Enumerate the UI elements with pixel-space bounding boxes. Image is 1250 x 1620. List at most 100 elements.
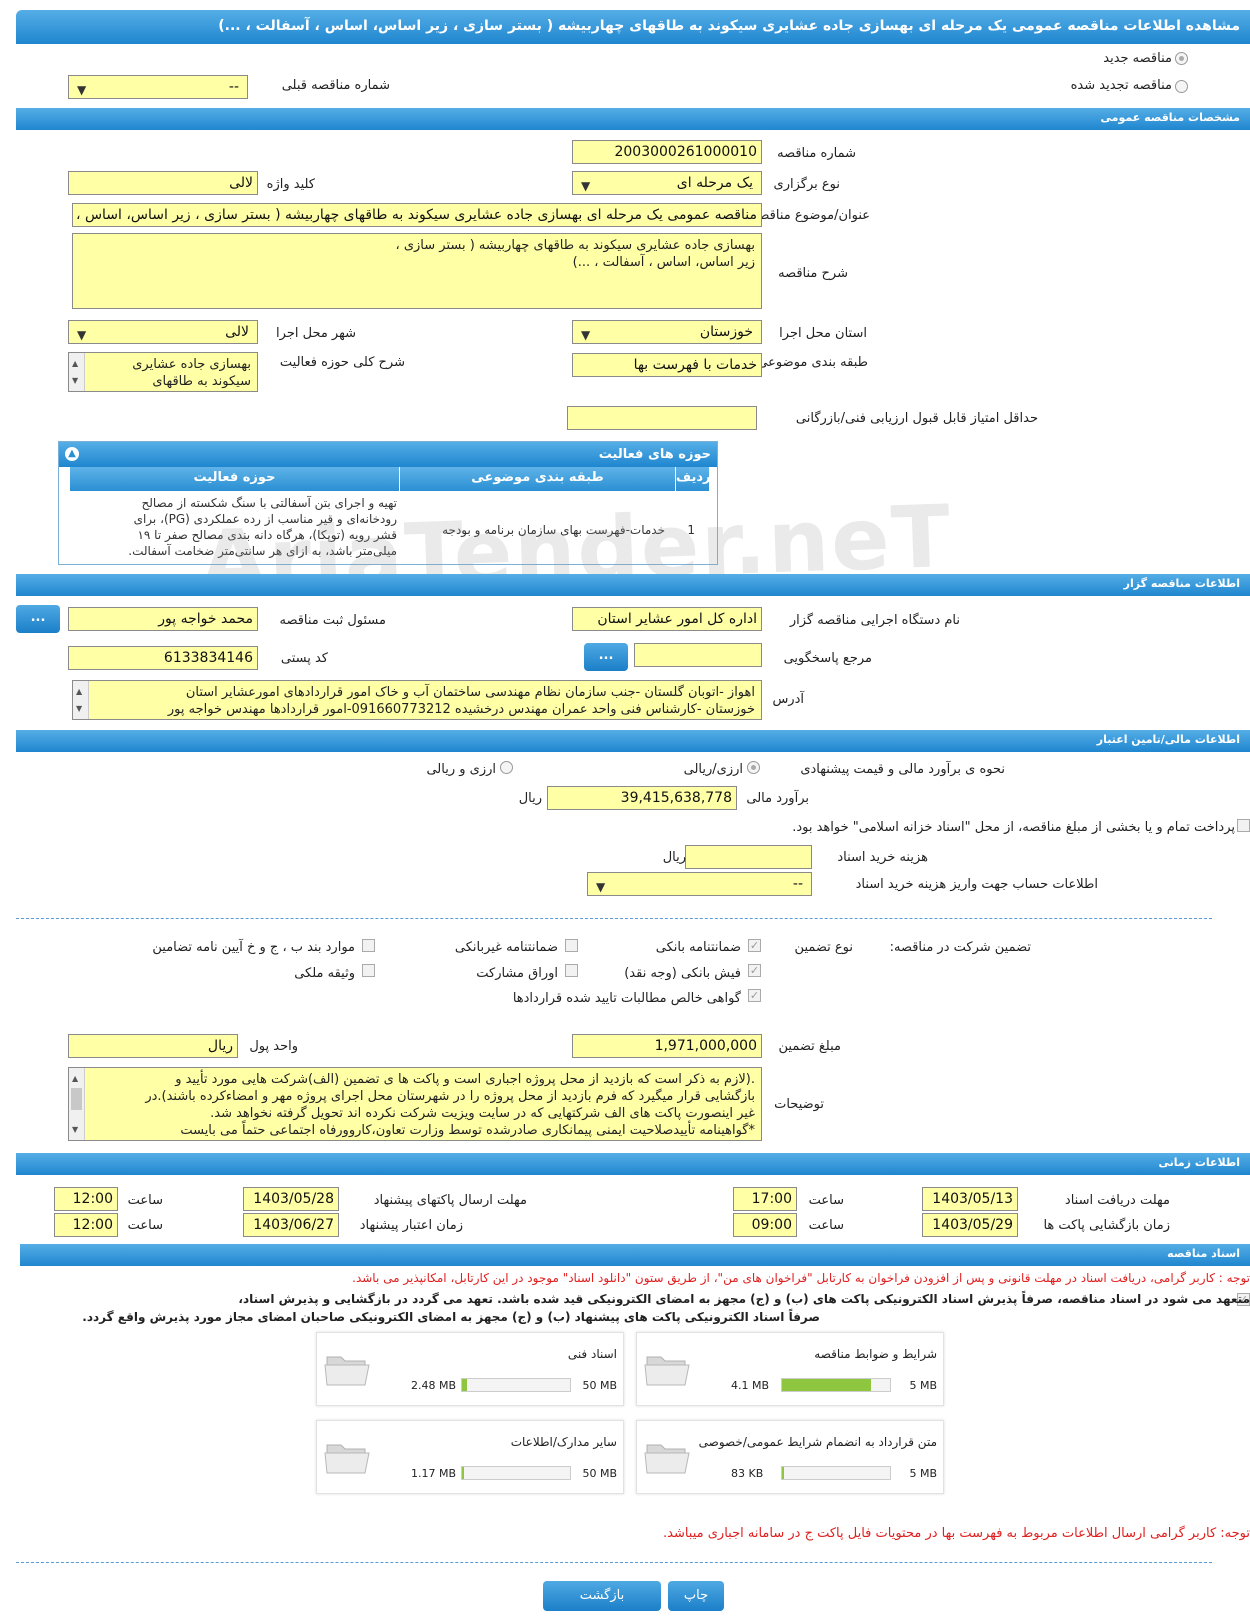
- commit-line-2: صرفاً اسناد الکترونیکی پاکت های پیشنهاد …: [82, 1310, 820, 1324]
- chevron-down-icon: ▼: [77, 328, 87, 342]
- estimate-label: برآورد مالی: [746, 791, 809, 806]
- documents-notice: توجه : کاربر گرامی، دریافت اسناد در مهلت…: [352, 1271, 1250, 1285]
- activity-desc-field: بهسازی جاده عشایری سیکوند به طاقهای ▲ ▼: [68, 352, 258, 392]
- back-button[interactable]: بازگشت: [543, 1581, 661, 1611]
- estimate-unit: ریال: [518, 791, 542, 806]
- currency-field: ریال: [68, 1034, 238, 1058]
- divider: [16, 918, 1212, 919]
- activity-desc-label: شرح کلی حوزه فعالیت: [279, 355, 405, 370]
- guarantee-title: تضمین شرکت در مناقصه:: [889, 940, 1031, 955]
- property-checkbox[interactable]: [362, 964, 375, 977]
- doc-receive-time: 17:00: [733, 1187, 797, 1211]
- treasury-checkbox[interactable]: [1237, 819, 1250, 832]
- doc-cost-field: [685, 845, 812, 869]
- city-label: شهر محل اجرا: [276, 326, 356, 341]
- send-label: مهلت ارسال پاکتهای پیشنهاد: [373, 1193, 527, 1208]
- notes-label: توضیحات: [774, 1097, 824, 1112]
- bank-receipt-checkbox[interactable]: ✓: [748, 964, 761, 977]
- send-time-label: ساعت: [127, 1193, 163, 1208]
- postal-label: کد پستی: [280, 651, 328, 666]
- non-bank-guarantee-checkbox[interactable]: [565, 939, 578, 952]
- org-label: نام دستگاه اجرایی مناقصه گزار: [789, 613, 960, 628]
- tender-number-field: 2003000261000010: [572, 140, 762, 164]
- scrollbar[interactable]: ▲ ▼: [69, 353, 85, 391]
- col-category: طبقه بندی موضوعی: [399, 467, 675, 491]
- general-section-bar: مشخصات مناقصه عمومی: [16, 108, 1250, 130]
- account-select[interactable]: -- ▼: [587, 872, 812, 896]
- address-label: آدرس: [772, 692, 804, 707]
- province-label: استان محل اجرا: [779, 326, 867, 341]
- net-claims-checkbox[interactable]: ✓: [748, 989, 761, 1002]
- col-scope: حوزه فعالیت: [69, 467, 399, 491]
- open-time-label: ساعت: [808, 1218, 844, 1233]
- category-field: خدمات با فهرست بها: [572, 353, 762, 377]
- folder-icon: [324, 1356, 370, 1386]
- prev-number-select[interactable]: -- ▼: [68, 75, 248, 99]
- rial-radio[interactable]: [747, 761, 760, 774]
- activity-table-header: حوزه های فعالیت ▲: [59, 442, 717, 467]
- doc-card-conditions[interactable]: شرایط و ضوابط مناقصه 4.1 MB 5 MB: [636, 1332, 944, 1406]
- registrar-field: محمد خواجه پور: [68, 607, 258, 631]
- progress-bar: [461, 1378, 571, 1392]
- participation-bonds-checkbox[interactable]: [565, 964, 578, 977]
- folder-icon: [324, 1444, 370, 1474]
- holding-type-select[interactable]: یک مرحله ای ▼: [572, 171, 762, 195]
- open-time: 09:00: [733, 1213, 797, 1237]
- doc-cost-label: هزینه خرید اسناد: [837, 850, 928, 865]
- valid-time-label: ساعت: [127, 1218, 163, 1233]
- chevron-down-icon: ▼: [581, 328, 591, 342]
- category-label: طبقه بندی موضوعی: [757, 355, 868, 370]
- doc-receive-date: 1403/05/13: [922, 1187, 1018, 1211]
- send-date: 1403/05/28: [243, 1187, 339, 1211]
- province-select[interactable]: خوزستان ▼: [572, 320, 762, 344]
- send-time: 12:00: [54, 1187, 118, 1211]
- tender-number-label: شماره مناقصه: [777, 146, 856, 161]
- doc-card-technical[interactable]: اسناد فنی 2.48 MB 50 MB: [316, 1332, 624, 1406]
- renewed-tender-label: مناقصه تجدید شده: [1070, 78, 1172, 93]
- subject-field: مناقصه عمومی یک مرحله ای بهسازی جاده عشا…: [72, 203, 762, 227]
- description-label: شرح مناقصه: [778, 266, 848, 281]
- chevron-down-icon: ▼: [596, 880, 606, 894]
- chevron-down-icon: ▼: [581, 179, 591, 193]
- currency-label: واحد پول: [249, 1039, 298, 1054]
- folder-icon: [644, 1356, 690, 1386]
- doc-card-contract[interactable]: متن قرارداد به انضمام شرایط عمومی/خصوصی …: [636, 1420, 944, 1494]
- city-select[interactable]: لالی ▼: [68, 320, 258, 344]
- progress-bar: [781, 1378, 891, 1392]
- items-bcd-checkbox[interactable]: [362, 939, 375, 952]
- valid-label: زمان اعتبار پیشنهاد: [359, 1218, 463, 1233]
- scrollbar[interactable]: ▲ ▼: [73, 681, 89, 719]
- valid-time: 12:00: [54, 1213, 118, 1237]
- min-score-field: [567, 406, 757, 430]
- print-button[interactable]: چاپ: [668, 1581, 724, 1611]
- registrar-label: مسئول ثبت مناقصه: [279, 613, 386, 628]
- estimate-field: 39,415,638,778: [547, 786, 737, 810]
- holding-type-label: نوع برگزاری: [773, 177, 840, 192]
- scrollbar[interactable]: ▲ ▼: [69, 1068, 85, 1140]
- finance-section-bar: اطلاعات مالی/تامین اعتبار: [16, 730, 1250, 752]
- chevron-down-icon: ▼: [77, 83, 87, 97]
- guarantee-amount-label: مبلغ تضمین: [778, 1039, 841, 1054]
- bank-guarantee-checkbox[interactable]: ✓: [748, 939, 761, 952]
- fx-radio[interactable]: [500, 761, 513, 774]
- fx-option-label: ارزی و ریالی: [426, 762, 496, 777]
- guarantee-type-label: نوع تضمین: [794, 940, 853, 955]
- treasury-note: پرداخت تمام و یا بخشی از مبلغ مناقصه، از…: [792, 820, 1235, 835]
- keyword-field: لالی: [68, 171, 258, 195]
- new-tender-radio[interactable]: [1175, 52, 1188, 65]
- postal-field: 6133834146: [68, 646, 258, 670]
- collapse-icon[interactable]: ▲: [65, 447, 79, 461]
- net-claims-label: گواهی خالص مطالبات تایید شده قراردادها: [512, 991, 741, 1006]
- org-field: اداره کل امور عشایر استان: [572, 607, 762, 631]
- commit-line-1: متعهد می شود در اسناد مناقصه، صرفاً پذیر…: [238, 1292, 1250, 1306]
- valid-date: 1403/06/27: [243, 1213, 339, 1237]
- divider: [16, 1562, 1212, 1563]
- min-score-label: حداقل امتیاز قابل قبول ارزیابی فنی/بازرگ…: [795, 411, 1038, 426]
- reference-lookup-button[interactable]: ...: [584, 643, 628, 671]
- col-row: ردیف: [675, 467, 711, 491]
- open-label: زمان بازگشایی پاکت ها: [1043, 1218, 1170, 1233]
- reference-label: مرجع پاسخگویی: [783, 651, 872, 666]
- renewed-tender-radio[interactable]: [1175, 80, 1188, 93]
- doc-card-other[interactable]: سایر مدارک/اطلاعات 1.17 MB 50 MB: [316, 1420, 624, 1494]
- registrar-lookup-button[interactable]: ...: [16, 605, 60, 633]
